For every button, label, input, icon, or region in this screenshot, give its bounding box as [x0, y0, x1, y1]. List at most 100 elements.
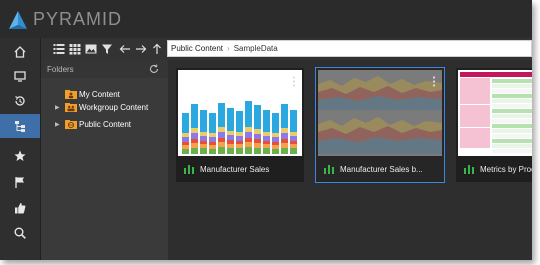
thumbnail-bar-segment [209, 145, 216, 149]
thumbnail-bar-segment [281, 143, 288, 148]
thumbnail-bar-segment [191, 104, 198, 115]
thumbnail-bar-segment [227, 140, 234, 144]
thumbnail-bar-segment [209, 122, 216, 133]
content-card[interactable]: Manufacturer Sales [176, 68, 304, 182]
toolbar: Public Content › SampleData [41, 38, 532, 60]
thumbnail-bar-segment [272, 145, 279, 149]
title-bar: PYRAMID [0, 0, 532, 38]
thumbnail-bar-segment [200, 144, 207, 148]
content-card[interactable]: Manufacturer Sales b... [315, 67, 445, 183]
forward-arrow-icon[interactable] [134, 41, 148, 57]
content-card[interactable]: Metrics by Produ [456, 68, 532, 182]
refresh-icon[interactable] [149, 64, 159, 74]
filter-icon[interactable] [100, 41, 114, 57]
thumbnail-bar-segment [281, 139, 288, 143]
thumbnail-bar-segment [218, 127, 225, 132]
thumbnail-bar-segment [290, 136, 297, 141]
thumbnail-bar-segment [254, 105, 261, 116]
tree-item-public-content[interactable]: ▶ Public Content [55, 118, 131, 130]
expand-caret-icon[interactable]: ▶ [55, 121, 61, 128]
more-options-icon[interactable] [292, 76, 296, 87]
thumbnail-table-row [492, 124, 532, 128]
table-thumbnail [460, 72, 532, 153]
thumbnail-table-row [492, 84, 532, 88]
image-view-icon[interactable] [84, 41, 98, 57]
chart-icon [324, 164, 334, 174]
tree-item-label: My Content [79, 89, 120, 99]
thumbnail-bar-segment [182, 122, 189, 133]
thumbnail-bar-segment [290, 144, 297, 148]
thumbnail-bar-segment [236, 111, 243, 121]
thumbnail-bar-segment [245, 147, 252, 154]
breadcrumb-item-public-content[interactable]: Public Content [171, 44, 223, 53]
flag-icon[interactable] [0, 170, 40, 194]
thumbnail-bar-segment [200, 136, 207, 141]
thumbnail-bar-segment [227, 144, 234, 148]
area-chart-thumbnail [318, 76, 442, 154]
thumbnail-bar-segment [272, 113, 279, 122]
thumbnail-bar-segment [263, 136, 270, 141]
thumbnail-bar-segment [281, 148, 288, 154]
folders-title: Folders [47, 65, 74, 74]
monitor-icon[interactable] [0, 64, 40, 88]
list-view-icon[interactable] [52, 41, 66, 57]
thumbnail-bar-segment [182, 113, 189, 122]
history-icon[interactable] [0, 89, 40, 113]
chart-icon [184, 164, 194, 174]
thumbnail-bar-segment [227, 131, 234, 135]
home-icon[interactable] [0, 40, 40, 64]
search-icon[interactable] [0, 221, 40, 245]
card-thumbnail [458, 70, 532, 156]
thumbnail-bar-segment [263, 132, 270, 136]
grid-view-icon[interactable] [68, 41, 82, 57]
thumbnail-table-row [492, 94, 532, 98]
thumbnail-table-row [492, 99, 532, 103]
thumbnail-table-row [492, 89, 532, 93]
public-folder-icon [65, 119, 77, 129]
tree-item-workgroup-content[interactable]: ▶ Workgroup Content [55, 101, 148, 113]
thumbnail-bar-segment [254, 116, 261, 129]
breadcrumb-separator-icon: › [227, 44, 230, 53]
thumbnail-bar-segment [254, 129, 261, 134]
thumbnail-table-row [492, 139, 532, 143]
thumbnail-bar-segment [254, 134, 261, 139]
thumbnail-bar-segment [254, 139, 261, 143]
thumbnail-table-row [492, 149, 532, 153]
thumbs-up-icon[interactable] [0, 196, 40, 220]
thumbnail-bar-segment [191, 128, 198, 133]
back-arrow-icon[interactable] [118, 41, 132, 57]
thumbnail-bar-segment [290, 141, 297, 144]
thumbnail-bar-segment [290, 110, 297, 120]
thumbnail-bar-segment [182, 142, 189, 145]
thumbnail-table-row [492, 79, 532, 83]
up-arrow-icon[interactable] [150, 41, 164, 57]
thumbnail-bar-segment [182, 137, 189, 142]
expand-caret-icon[interactable]: ▶ [55, 104, 61, 111]
thumbnail-bar-segment [209, 113, 216, 122]
thumbnail-table-row [492, 119, 532, 123]
thumbnail-bar-segment [227, 108, 234, 119]
star-icon[interactable] [0, 144, 40, 168]
thumbnail-bar-segment [236, 132, 243, 136]
thumbnail-bar-segment [263, 110, 270, 120]
card-title: Manufacturer Sales b... [340, 164, 423, 174]
content-tree-icon[interactable] [0, 114, 40, 138]
pyramid-logo-icon [9, 11, 27, 29]
user-folder-icon [65, 89, 77, 99]
thumbnail-bar-segment [182, 149, 189, 154]
thumbnail-bar-segment [191, 148, 198, 154]
thumbnail-bar-segment [200, 120, 207, 132]
more-options-icon[interactable] [432, 76, 436, 87]
thumbnail-table-row [492, 114, 532, 118]
breadcrumb-item-sampledata[interactable]: SampleData [234, 44, 278, 53]
tree-item-my-content[interactable]: My Content [65, 88, 120, 100]
thumbnail-bar-segment [200, 148, 207, 154]
chart-icon [464, 164, 474, 174]
thumbnail-bar-segment [236, 141, 243, 144]
card-footer: Manufacturer Sales [176, 156, 304, 182]
thumbnail-bar-segment [200, 110, 207, 120]
thumbnail-table-row [492, 109, 532, 113]
card-thumbnail [178, 70, 302, 156]
card-title: Metrics by Produ [480, 164, 532, 174]
breadcrumb[interactable]: Public Content › SampleData [167, 40, 532, 57]
